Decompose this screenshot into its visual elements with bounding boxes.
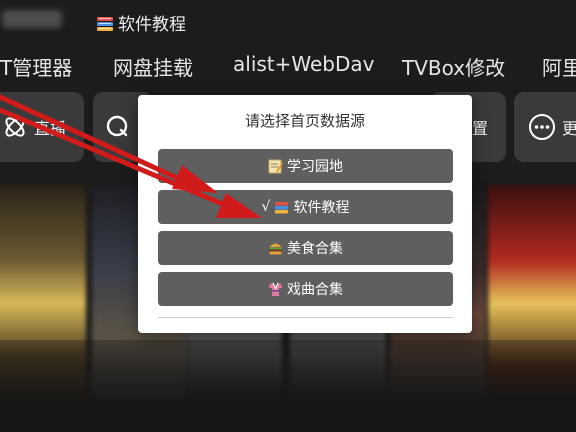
tab-tvbox-modify[interactable]: TVBox修改 xyxy=(402,52,505,81)
more-icon xyxy=(529,114,555,140)
current-source-label: 软件教程 xyxy=(118,15,186,35)
tab-cloud-mount[interactable]: 网盘挂载 xyxy=(113,52,193,81)
books-icon xyxy=(97,16,113,31)
more-label-partial: 更 xyxy=(562,119,576,138)
tab-ali[interactable]: 阿里 xyxy=(542,52,576,81)
selected-check-mark: √ xyxy=(261,199,271,215)
data-source-dialog: 请选择首页数据源 学习园地 √ 软件教程 美食合集 戏曲合集 xyxy=(138,95,472,333)
live-button[interactable]: 直播 xyxy=(0,92,84,162)
current-source-title[interactable]: 软件教程 xyxy=(96,10,186,35)
tab-alist-webdav[interactable]: alist+WebDav xyxy=(233,52,374,76)
tab-tool-manager[interactable]: T管理器 xyxy=(0,52,72,81)
settings-label-partial: 置 xyxy=(472,119,489,138)
dialog-title: 请选择首页数据源 xyxy=(244,112,365,130)
top-bar: 软件教程 xyxy=(0,0,576,44)
memo-icon xyxy=(268,159,283,173)
option-label: 美食合集 xyxy=(287,241,343,257)
option-software-tutorial[interactable]: √ 软件教程 xyxy=(158,190,453,224)
more-button[interactable]: 更 xyxy=(514,92,576,162)
books-icon xyxy=(275,201,289,213)
option-food-collection[interactable]: 美食合集 xyxy=(158,231,453,265)
atom-icon xyxy=(5,117,25,137)
search-icon xyxy=(106,115,128,137)
option-label: 戏曲合集 xyxy=(287,282,343,298)
option-label: 软件教程 xyxy=(293,200,350,216)
option-label: 学习园地 xyxy=(287,159,343,175)
dialog-divider xyxy=(158,317,453,318)
bottom-shade xyxy=(0,340,576,432)
option-opera-collection[interactable]: 戏曲合集 xyxy=(158,272,453,306)
option-study-garden[interactable]: 学习园地 xyxy=(158,149,453,183)
live-label: 直播 xyxy=(34,119,67,138)
burger-icon xyxy=(269,243,282,254)
kimono-icon xyxy=(269,282,282,296)
blurred-app-name xyxy=(2,10,62,28)
